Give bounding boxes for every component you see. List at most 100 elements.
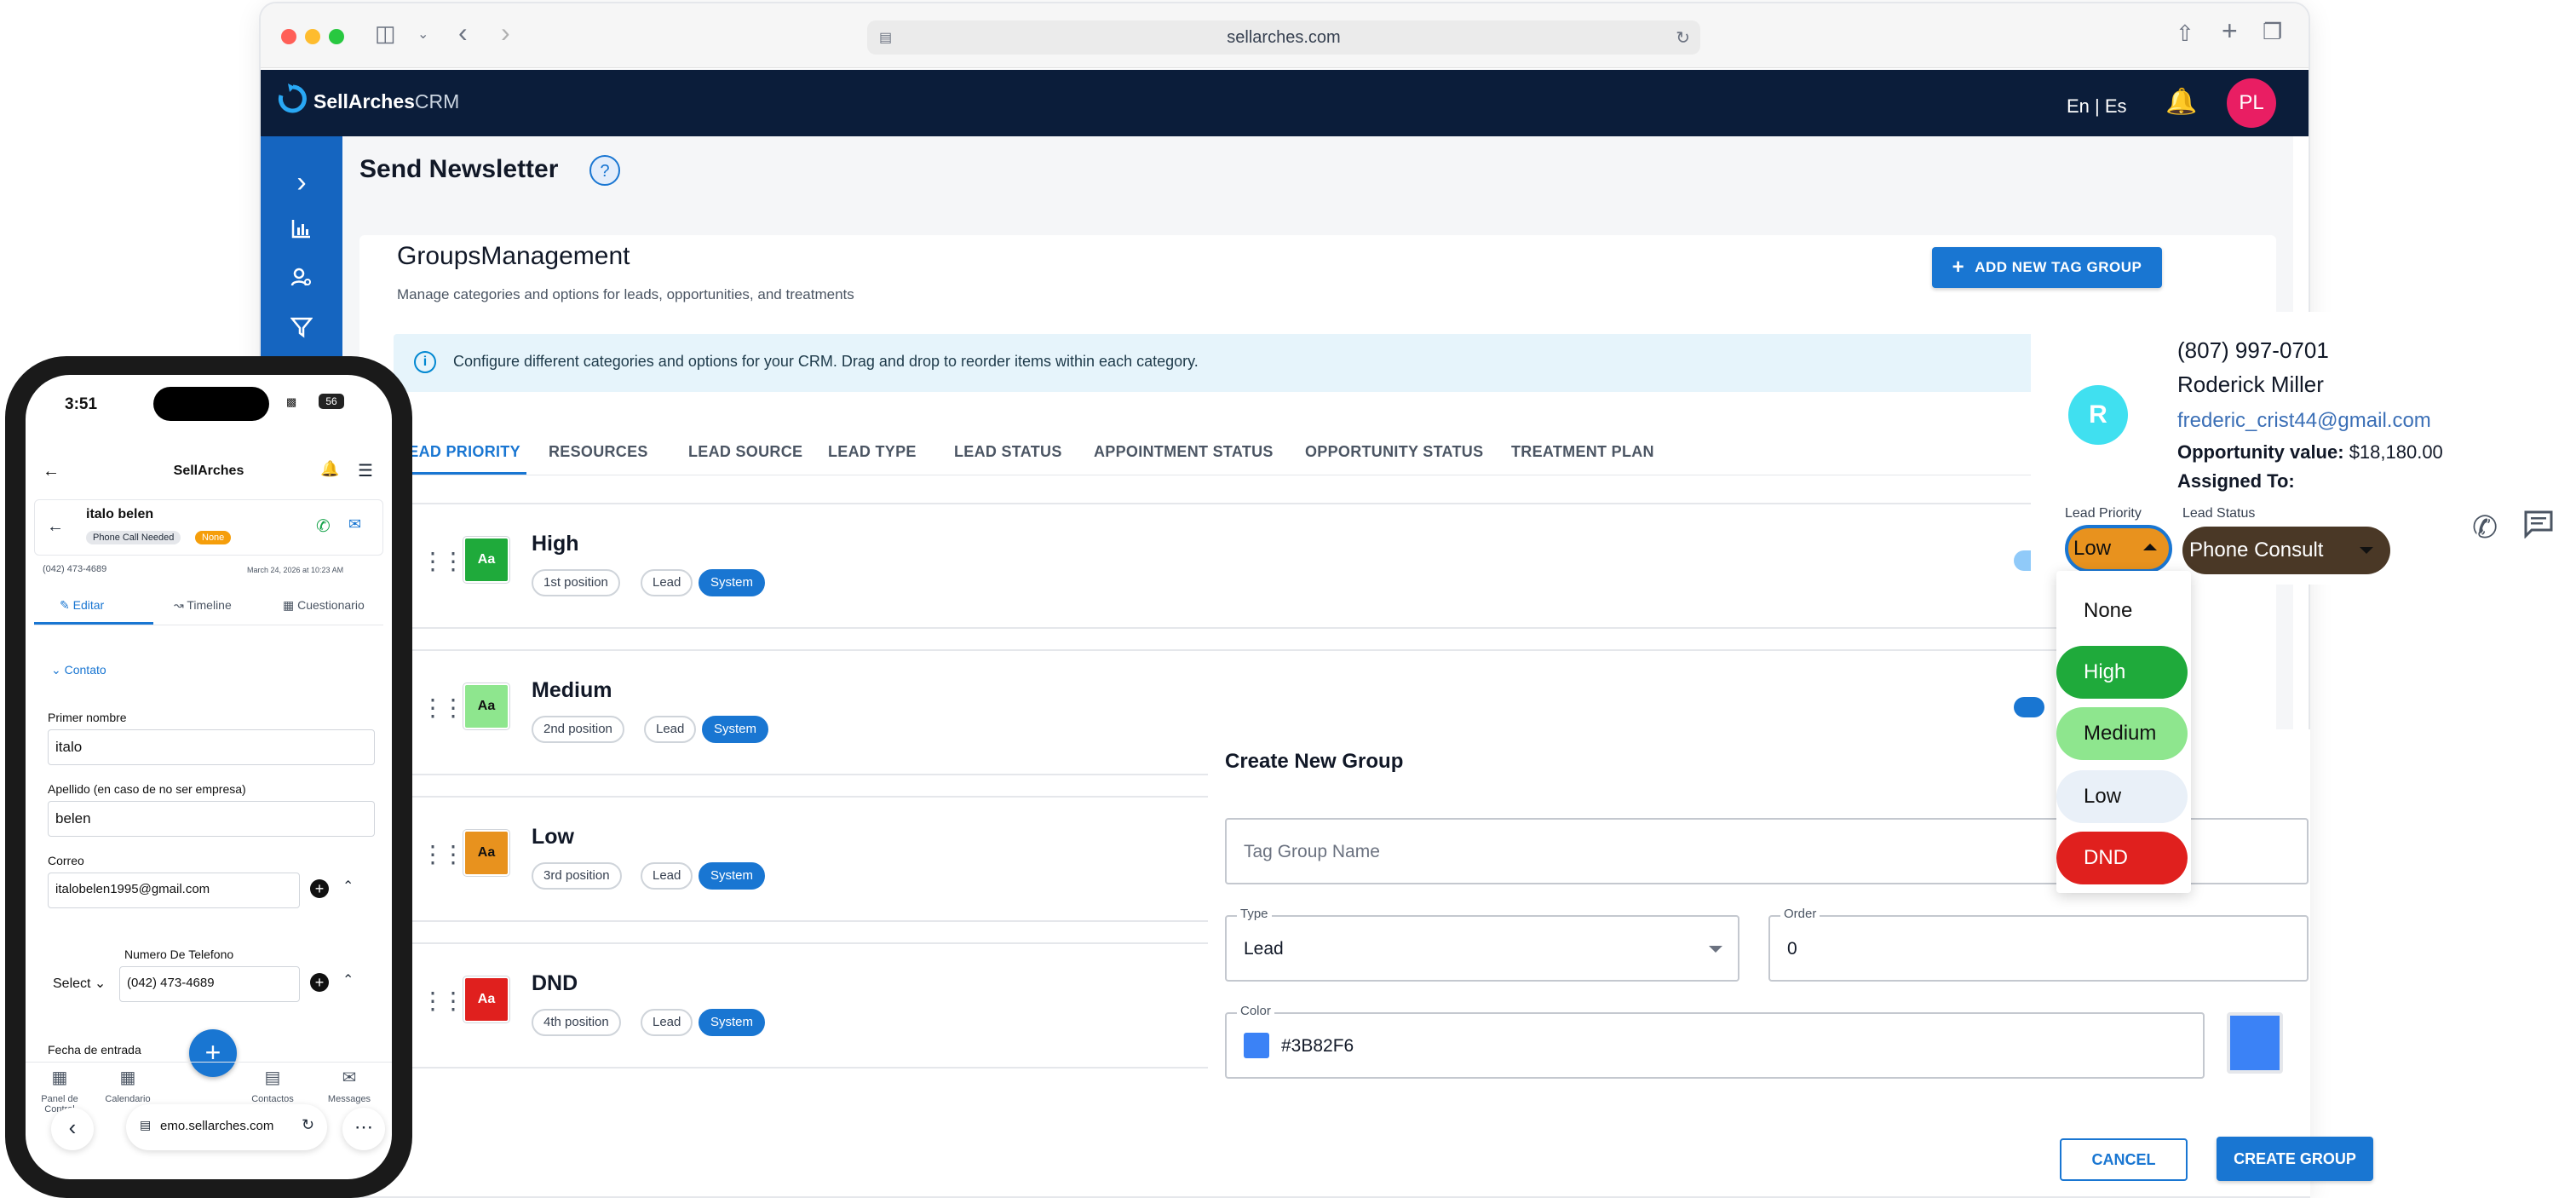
create-group-button[interactable]: CREATE GROUP xyxy=(2217,1137,2373,1181)
calendar-icon[interactable]: ▦ xyxy=(94,1067,162,1088)
reload-icon[interactable]: ↻ xyxy=(302,1116,314,1134)
filter-icon[interactable] xyxy=(286,315,317,346)
lead-phone[interactable]: (807) 997-0701 xyxy=(2177,337,2329,364)
last-name-input[interactable]: belen xyxy=(48,801,375,837)
tab-appointment-status[interactable]: APPOINTMENT STATUS xyxy=(1094,443,1274,461)
color-input[interactable]: Color #3B82F6 xyxy=(1225,1004,2205,1079)
lead-email[interactable]: frederic_crist44@gmail.com xyxy=(2177,409,2431,433)
email-input[interactable]: italobelen1995@gmail.com xyxy=(48,873,300,908)
add-new-tag-group-button[interactable]: + ADD NEW TAG GROUP xyxy=(1932,247,2162,288)
group-row-high[interactable]: ⋮⋮ Aa High 1st position Lead System xyxy=(394,503,2191,629)
tab-overview-icon[interactable]: ❐ xyxy=(2263,19,2282,45)
help-icon[interactable]: ? xyxy=(589,155,620,186)
add-phone-icon[interactable]: + xyxy=(310,973,329,992)
tab-timeline[interactable]: ↝ Timeline xyxy=(174,598,232,613)
type-select[interactable]: Type Lead xyxy=(1225,907,1739,982)
dropdown-arrow-icon xyxy=(1709,946,1722,953)
tab-treatment-plan[interactable]: TREATMENT PLAN xyxy=(1511,443,1654,461)
order-input[interactable]: Order 0 xyxy=(1768,907,2309,982)
lead-priority-select[interactable]: Low xyxy=(2065,525,2172,573)
tab-lead-source[interactable]: LEAD SOURCE xyxy=(688,443,802,461)
color-swatch: Aa xyxy=(463,537,509,583)
tab-editar[interactable]: ✎ Editar xyxy=(60,598,104,613)
bell-icon[interactable]: 🔔 xyxy=(2165,87,2197,117)
maximize-window-button[interactable] xyxy=(329,29,344,44)
position-chip: 3rd position xyxy=(532,862,622,890)
share-icon[interactable]: ⇧ xyxy=(2176,20,2194,47)
lead-name: Roderick Miller xyxy=(2177,371,2324,397)
nav-messages-label[interactable]: Messages xyxy=(315,1094,383,1104)
position-chip: 4th position xyxy=(532,1009,621,1036)
priority-option-none[interactable]: None xyxy=(2056,585,2188,637)
mobile-address-bar[interactable]: ▤ emo.sellarches.com ↻ xyxy=(126,1104,327,1150)
priority-option-low[interactable]: Low xyxy=(2056,770,2188,823)
phone-icon[interactable]: ✆ xyxy=(316,515,331,537)
drag-handle-icon[interactable]: ⋮⋮ xyxy=(421,694,465,722)
bell-icon[interactable]: 🔔 xyxy=(320,460,339,478)
phone-icon[interactable]: ✆ xyxy=(2472,510,2498,545)
priority-option-medium[interactable]: Medium xyxy=(2056,707,2188,760)
cancel-button[interactable]: CANCEL xyxy=(2060,1138,2188,1181)
forward-icon[interactable]: › xyxy=(501,17,510,49)
tab-lead-priority[interactable]: LEAD PRIORITY xyxy=(399,443,520,461)
user-avatar[interactable]: PL xyxy=(2227,78,2276,128)
first-name-input[interactable]: italo xyxy=(48,729,375,765)
order-value: 0 xyxy=(1787,939,1797,959)
chevron-down-icon[interactable]: ⌄ xyxy=(417,26,428,43)
more-icon[interactable]: ⋯ xyxy=(342,1108,385,1150)
tab-lead-status[interactable]: LEAD STATUS xyxy=(954,443,1062,461)
phone-number-input[interactable]: (042) 473-4689 xyxy=(119,966,300,1002)
sidebar-toggle-icon[interactable]: ◫ xyxy=(375,20,396,47)
address-bar[interactable]: ▤ sellarches.com ↻ xyxy=(867,20,1700,55)
country-code-select[interactable]: Select ⌄ xyxy=(48,966,112,1002)
add-email-icon[interactable]: + xyxy=(310,879,329,898)
type-chip: Lead xyxy=(641,1009,693,1036)
expand-sidebar-icon[interactable]: › xyxy=(286,167,317,198)
tab-cuestionario[interactable]: ▦ Cuestionario xyxy=(283,598,365,613)
logo-brand: SellArches xyxy=(313,90,415,112)
drag-handle-icon[interactable]: ⋮⋮ xyxy=(421,547,465,575)
chart-icon: ▦ xyxy=(283,598,298,612)
menu-icon[interactable]: ☰ xyxy=(358,460,373,481)
new-tab-icon[interactable]: + xyxy=(2222,15,2238,47)
drag-handle-icon[interactable]: ⋮⋮ xyxy=(421,987,465,1015)
message-icon[interactable] xyxy=(2523,510,2554,546)
minimize-window-button[interactable] xyxy=(305,29,320,44)
tab-lead-type[interactable]: LEAD TYPE xyxy=(828,443,917,461)
language-switch[interactable]: En | Es xyxy=(2067,95,2127,118)
opportunity-value: Opportunity value: $18,180.00 xyxy=(2177,441,2443,464)
priority-option-dnd[interactable]: DND xyxy=(2056,832,2188,884)
contato-section-toggle[interactable]: ⌄ Contato xyxy=(51,663,106,677)
reload-icon[interactable]: ↻ xyxy=(1676,27,1690,49)
contact-phone: (042) 473-4689 xyxy=(43,564,107,574)
messages-icon[interactable]: ✉ xyxy=(315,1067,383,1088)
add-fab-button[interactable]: + xyxy=(189,1029,237,1077)
analytics-icon[interactable] xyxy=(286,216,317,247)
dashboard-icon[interactable]: ▦ xyxy=(26,1067,94,1088)
chevron-up-icon[interactable]: ⌃ xyxy=(342,878,354,895)
system-badge: System xyxy=(702,716,769,743)
close-window-button[interactable] xyxy=(281,29,296,44)
contacts-search-icon[interactable] xyxy=(286,266,317,297)
last-name-label: Apellido (en caso de no ser empresa) xyxy=(48,782,246,796)
chevron-up-icon[interactable]: ⌃ xyxy=(342,971,354,988)
nav-calendar-label[interactable]: Calendario xyxy=(94,1094,162,1104)
back-arrow-icon[interactable]: ← xyxy=(47,517,64,537)
email-label: Correo xyxy=(48,854,84,867)
tab-opportunity-status[interactable]: OPPORTUNITY STATUS xyxy=(1305,443,1483,461)
back-icon[interactable]: ‹ xyxy=(458,17,468,49)
nav-contacts-label[interactable]: Contactos xyxy=(239,1094,307,1104)
contacts-icon[interactable]: ▤ xyxy=(239,1067,307,1088)
info-text: Configure different categories and optio… xyxy=(453,353,1199,370)
tab-resources[interactable]: RESOURCES xyxy=(549,443,648,461)
mail-icon[interactable]: ✉ xyxy=(348,515,361,533)
active-toggle[interactable] xyxy=(2014,697,2044,717)
back-icon[interactable]: ‹ xyxy=(51,1108,94,1150)
timeline-icon: ↝ xyxy=(174,598,187,612)
priority-option-high[interactable]: High xyxy=(2056,646,2188,699)
contact-name: italo belen xyxy=(86,507,154,521)
tab-timeline-label: Timeline xyxy=(187,598,232,612)
color-picker-button[interactable] xyxy=(2227,1012,2283,1074)
lead-status-select[interactable]: Phone Consult xyxy=(2182,527,2390,574)
drag-handle-icon[interactable]: ⋮⋮ xyxy=(421,840,465,868)
